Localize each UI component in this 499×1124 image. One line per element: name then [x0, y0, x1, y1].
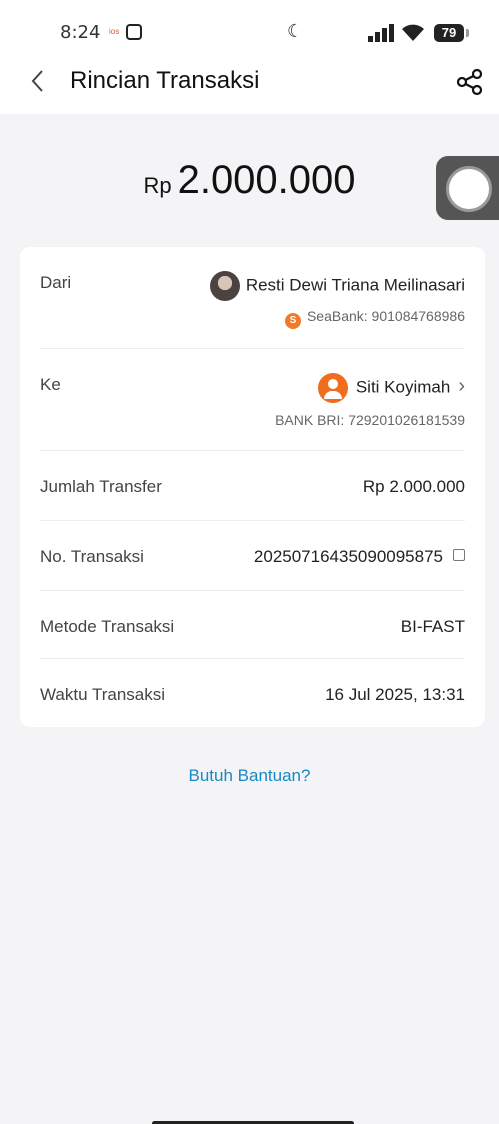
to-label: Ke — [40, 375, 61, 394]
to-name: Siti Koyimah — [355, 377, 451, 397]
copy-icon[interactable] — [453, 549, 465, 561]
do-not-disturb-icon: ☾ — [287, 21, 304, 41]
help-link[interactable]: Butuh Bantuan? — [0, 766, 499, 786]
page-title: Rincian Transaksi — [70, 67, 260, 94]
method-value: BI-FAST — [400, 617, 465, 636]
from-name-value: Resti Dewi Triana Meilinasari — [209, 271, 465, 301]
assistive-touch-button[interactable] — [436, 156, 499, 220]
from-account: S SeaBank: 901084768986 — [284, 308, 465, 329]
seabank-icon: S — [284, 313, 301, 329]
status-bar: 8:24 ios ☾ 79 — [0, 18, 499, 48]
time-value: 16 Jul 2025, 13:31 — [325, 685, 465, 704]
assistive-touch-icon — [446, 166, 492, 212]
amount-value: 2.000.000 — [177, 158, 356, 202]
transfer-amount-label: Jumlah Transfer — [40, 477, 162, 496]
from-account-text: SeaBank: 901084768986 — [306, 308, 465, 324]
detail-row-to[interactable]: Ke Siti Koyimah › BANK BRI: 7292010261815… — [40, 349, 465, 451]
detail-row-transfer-amount: Jumlah Transfer Rp 2.000.000 — [40, 451, 465, 521]
sender-avatar — [209, 271, 240, 301]
to-account: BANK BRI: 729201026181539 — [275, 412, 465, 428]
to-name-value[interactable]: Siti Koyimah › — [317, 373, 465, 403]
detail-row-transaction-no[interactable]: No. Transaksi 20250716435090095875 — [40, 521, 465, 591]
method-label: Metode Transaksi — [40, 617, 175, 636]
top-bar: 8:24 ios ☾ 79 Rincian Transaksi — [0, 0, 499, 114]
wifi-icon — [402, 24, 424, 41]
recipient-avatar-icon — [317, 373, 348, 403]
signal-icon — [368, 24, 394, 42]
detail-row-time: Waktu Transaksi 16 Jul 2025, 13:31 — [40, 659, 465, 727]
status-time: 8:24 — [60, 22, 101, 43]
from-label: Dari — [40, 273, 72, 292]
battery-icon: 79 — [434, 24, 464, 42]
transfer-amount-value: Rp 2.000.000 — [362, 477, 465, 496]
time-label: Waktu Transaksi — [40, 685, 166, 704]
from-name: Resti Dewi Triana Meilinasari — [245, 275, 465, 295]
chevron-right-icon: › — [458, 375, 465, 398]
share-icon[interactable] — [455, 67, 485, 97]
transaction-no-value[interactable]: 20250716435090095875 — [254, 547, 465, 567]
amount-currency: Rp — [143, 173, 172, 198]
transaction-no-text: 20250716435090095875 — [253, 547, 443, 566]
back-arrow-icon[interactable] — [26, 66, 50, 96]
detail-row-method: Metode Transaksi BI-FAST — [40, 591, 465, 659]
transaction-no-label: No. Transaksi — [40, 547, 144, 566]
ios-badge: ios — [109, 27, 120, 36]
navigation-bar: Rincian Transaksi — [0, 62, 499, 102]
transaction-amount: Rp 2.000.000 — [0, 158, 499, 203]
transaction-details-card: Dari Resti Dewi Triana Meilinasari S SeaB… — [20, 247, 485, 727]
screen-record-icon — [126, 24, 142, 40]
detail-row-from: Dari Resti Dewi Triana Meilinasari S SeaB… — [40, 247, 465, 349]
